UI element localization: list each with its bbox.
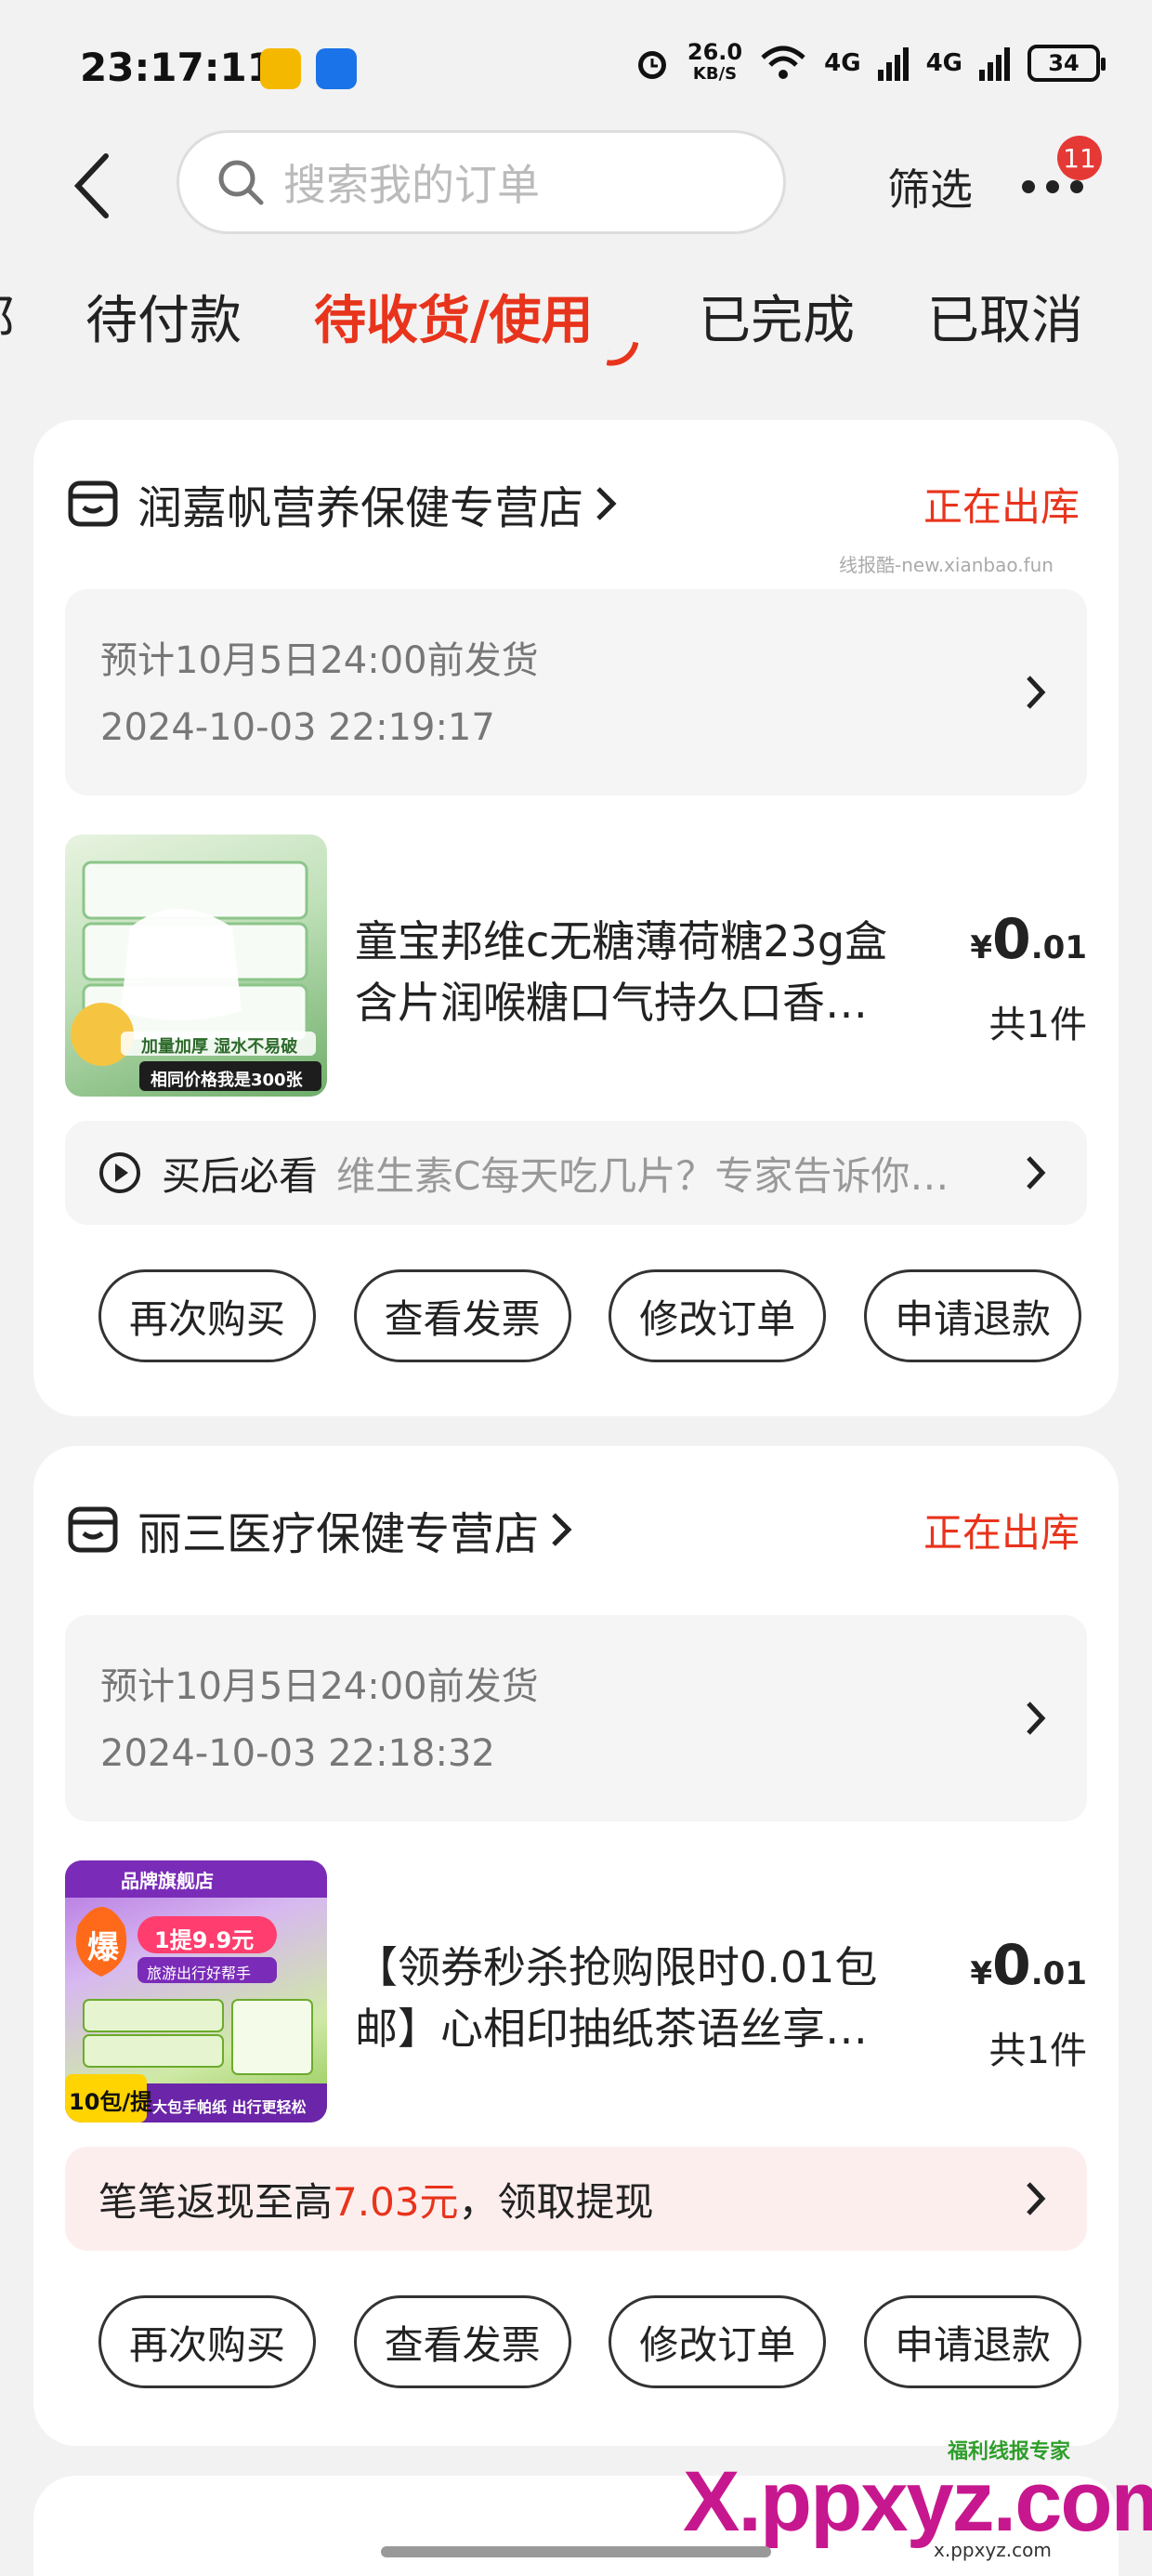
tab-completed[interactable]: 已完成: [699, 279, 855, 354]
thumb-promo: 1提9.9元: [154, 1927, 255, 1953]
thumb-bottom: 10包/提: [69, 2089, 153, 2115]
store-name: 丽三医疗保健专营店: [137, 1508, 540, 1560]
product-thumbnail: 加量加厚 湿水不易破 相同价格我是300张: [65, 835, 327, 1097]
thumb-top-label: 品牌旗舰店: [121, 1870, 214, 1892]
shipping-info[interactable]: 预计10月5日24:00前发货 2024-10-03 22:18:32: [65, 1615, 1087, 1821]
order-tabs: 部 待付款 待收货/使用 已完成 已取消: [0, 279, 1152, 381]
watermark-logo: 福利线报专家 X.ppxyz.com x.ppxyz.com: [669, 2435, 1152, 2561]
cashback-text: 笔笔返现至高7.03元，领取提现: [98, 2178, 654, 2225]
search-placeholder: 搜索我的订单: [283, 160, 540, 210]
product-item[interactable]: 品牌旗舰店 爆 1提9.9元 旅游出行好帮手 10包/提 大包手帕纸 出行更轻松…: [65, 1860, 1087, 2123]
chevron-right-icon: [1027, 1156, 1046, 1189]
product-title: 童宝邦维c无糖薄荷糖23g盒含片润喉糖口气持久口香…: [355, 916, 888, 1028]
tab-to-receive[interactable]: 待收货/使用: [314, 279, 593, 354]
play-icon: [99, 1152, 140, 1193]
after-purchase-tip[interactable]: 买后必看 维生素C每天吃几片？专家告诉你…: [65, 1121, 1087, 1225]
status-icons: 26.0 KB/S 4G 4G 34: [634, 39, 1106, 85]
logo-text: X.ppxyz.com: [683, 2454, 1152, 2549]
chevron-right-icon: [1027, 1702, 1046, 1735]
home-indicator[interactable]: [381, 2546, 771, 2557]
product-item[interactable]: 加量加厚 湿水不易破 相同价格我是300张 童宝邦维c无糖薄荷糖23g盒含片润喉…: [65, 835, 1087, 1097]
modify-order-button[interactable]: 修改订单: [609, 2295, 827, 2388]
signal-icon-2: [979, 47, 1010, 81]
cashback-amount: 7.03元: [333, 2178, 459, 2225]
logo-url: x.ppxyz.com: [934, 2539, 1052, 2561]
tip-label: 买后必看: [162, 1152, 319, 1199]
top-bar: 搜索我的订单 筛选 11: [0, 130, 1152, 242]
filter-button[interactable]: 筛选: [887, 156, 973, 217]
product-thumbnail: 品牌旗舰店 爆 1提9.9元 旅游出行好帮手 10包/提 大包手帕纸 出行更轻松: [65, 1860, 327, 2123]
search-input[interactable]: 搜索我的订单: [177, 130, 786, 234]
buy-again-button[interactable]: 再次购买: [98, 2295, 316, 2388]
order-status: 正在出库: [923, 1509, 1080, 1556]
tab-pending-payment[interactable]: 待付款: [85, 279, 242, 354]
wifi-icon: [761, 46, 805, 79]
signal-label-1: 4G: [824, 49, 861, 77]
signal-label-2: 4G: [925, 49, 962, 77]
chevron-right-icon: [596, 487, 617, 520]
order-time: 2024-10-03 22:19:17: [100, 706, 495, 749]
order-card: 润嘉帆营养保健专营店 正在出库 线报酷-new.xianbao.fun 预计10…: [33, 420, 1119, 1416]
tip-text: 维生素C每天吃几片？专家告诉你…: [336, 1152, 949, 1199]
order-actions: 再次购买 查看发票 修改订单 申请退款: [98, 1269, 1081, 1362]
chevron-right-icon: [552, 1513, 572, 1546]
store-icon: [68, 480, 118, 527]
product-quantity: 共1件: [988, 2030, 1087, 2072]
shipping-info[interactable]: 预计10月5日24:00前发货 2024-10-03 22:19:17: [65, 589, 1087, 795]
ship-estimate: 预计10月5日24:00前发货: [100, 1665, 539, 1708]
active-tab-indicator: [606, 337, 639, 371]
modify-order-button[interactable]: 修改订单: [609, 1269, 827, 1362]
order-status: 正在出库: [923, 483, 1080, 530]
weibo-icon: [260, 48, 301, 89]
buy-again-button[interactable]: 再次购买: [98, 1269, 316, 1362]
net-speed: 26.0 KB/S: [687, 39, 743, 84]
product-quantity: 共1件: [988, 1004, 1087, 1046]
request-refund-button[interactable]: 申请退款: [863, 1269, 1081, 1362]
order-time: 2024-10-03 22:18:32: [100, 1732, 495, 1775]
notification-badge: 11: [1057, 136, 1102, 180]
thumb-bottom-2: 大包手帕纸 出行更轻松: [152, 2098, 307, 2116]
store-link[interactable]: 丽三医疗保健专营店 正在出库: [67, 1492, 1080, 1567]
cashback-banner[interactable]: 笔笔返现至高7.03元，领取提现: [65, 2147, 1087, 2251]
search-icon: [218, 160, 264, 205]
tab-cancelled[interactable]: 已取消: [927, 279, 1083, 354]
chevron-right-icon: [1027, 676, 1046, 709]
view-invoice-button[interactable]: 查看发票: [353, 1269, 571, 1362]
ship-estimate: 预计10月5日24:00前发货: [100, 639, 539, 682]
app-notification-icon: [316, 48, 357, 89]
order-actions: 再次购买 查看发票 修改订单 申请退款: [98, 2295, 1081, 2388]
request-refund-button[interactable]: 申请退款: [863, 2295, 1081, 2388]
tab-all[interactable]: 部: [0, 279, 15, 354]
view-invoice-button[interactable]: 查看发票: [353, 2295, 571, 2388]
product-title: 【领券秒杀抢购限时0.01包邮】心相印抽纸茶语丝享…: [355, 1942, 878, 2054]
clock: 23:17:11: [80, 45, 274, 90]
thumb-caption: 相同价格我是300张: [151, 1071, 303, 1090]
product-price: ¥0.01: [970, 1933, 1087, 1998]
store-icon: [68, 1506, 118, 1553]
signal-icon-1: [877, 47, 909, 81]
back-arrow-icon[interactable]: [65, 151, 121, 221]
store-link[interactable]: 润嘉帆营养保健专营店 正在出库: [67, 467, 1080, 541]
store-name: 润嘉帆营养保健专营店: [137, 482, 584, 534]
status-bar: 23:17:11 26.0 KB/S 4G 4G 34: [0, 0, 1152, 130]
product-price: ¥0.01: [970, 907, 1087, 972]
thumb-text: 加量加厚 湿水不易破: [141, 1037, 298, 1057]
thumb-promo-2: 旅游出行好帮手: [147, 1965, 252, 1982]
alarm-icon: [637, 51, 666, 79]
watermark-text: 线报酷-new.xianbao.fun: [839, 554, 1054, 576]
order-card: 丽三医疗保健专营店 正在出库 预计10月5日24:00前发货 2024-10-0…: [33, 1446, 1119, 2446]
battery-indicator: 34: [1028, 45, 1106, 82]
thumb-badge: 爆: [87, 1929, 119, 1966]
chevron-right-icon: [1027, 2182, 1046, 2215]
